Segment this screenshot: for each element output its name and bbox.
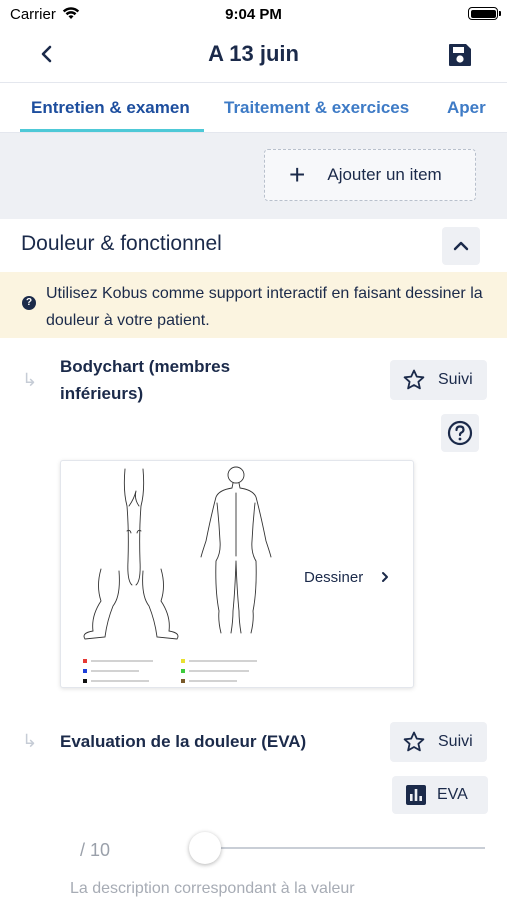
chevron-up-icon (453, 241, 469, 251)
tab-apercu[interactable]: Aper (447, 98, 486, 118)
tab-traitement-exercices[interactable]: Traitement & exercices (224, 98, 409, 118)
eva-follow-button[interactable]: Suivi (390, 722, 487, 762)
chevron-right-icon[interactable] (378, 567, 392, 587)
help-button[interactable] (441, 414, 479, 452)
sub-item-arrow-icon: ↳ (22, 370, 38, 390)
eva-title: Evaluation de la douleur (EVA) (60, 732, 307, 751)
page-title: A 13 juin (208, 41, 299, 66)
help-circle-icon (447, 420, 473, 446)
pain-slider-thumb[interactable] (189, 832, 221, 864)
star-icon (403, 731, 425, 752)
save-button[interactable] (445, 40, 475, 70)
section-title: Douleur & fonctionnel (21, 232, 222, 255)
pain-slider-track[interactable] (205, 847, 485, 849)
floppy-disk-icon (449, 44, 471, 66)
sub-item-arrow-icon: ↳ (22, 731, 38, 751)
bodychart-follow-button[interactable]: Suivi (390, 360, 487, 400)
status-time: 9:04 PM (225, 6, 282, 23)
follow-label: Suivi (438, 733, 473, 750)
add-item-button[interactable]: + Ajouter un item (264, 149, 476, 201)
add-item-label: Ajouter un item (327, 165, 442, 184)
follow-label: Suivi (438, 371, 473, 388)
draw-button-label[interactable]: Dessiner (304, 569, 363, 586)
question-icon: ? (22, 296, 36, 310)
bodychart-title: Bodychart (membres inférieurs) (60, 357, 231, 403)
collapse-section-button[interactable] (442, 227, 480, 265)
eva-button-label: EVA (437, 786, 468, 803)
eva-scale-button[interactable]: EVA (392, 776, 488, 814)
tab-entretien-examen[interactable]: Entretien & examen (31, 98, 190, 118)
nav-divider (0, 82, 507, 83)
banner-text: Utilisez Kobus comme support interactif … (46, 285, 483, 329)
slider-value-suffix: / 10 (80, 840, 111, 860)
star-icon (403, 369, 425, 390)
plus-icon: + (289, 159, 306, 190)
bar-chart-icon (406, 785, 426, 805)
battery-icon (468, 7, 501, 20)
value-description-placeholder: La description correspondant à la valeur (70, 880, 355, 897)
body-chart-illustration (83, 466, 272, 683)
